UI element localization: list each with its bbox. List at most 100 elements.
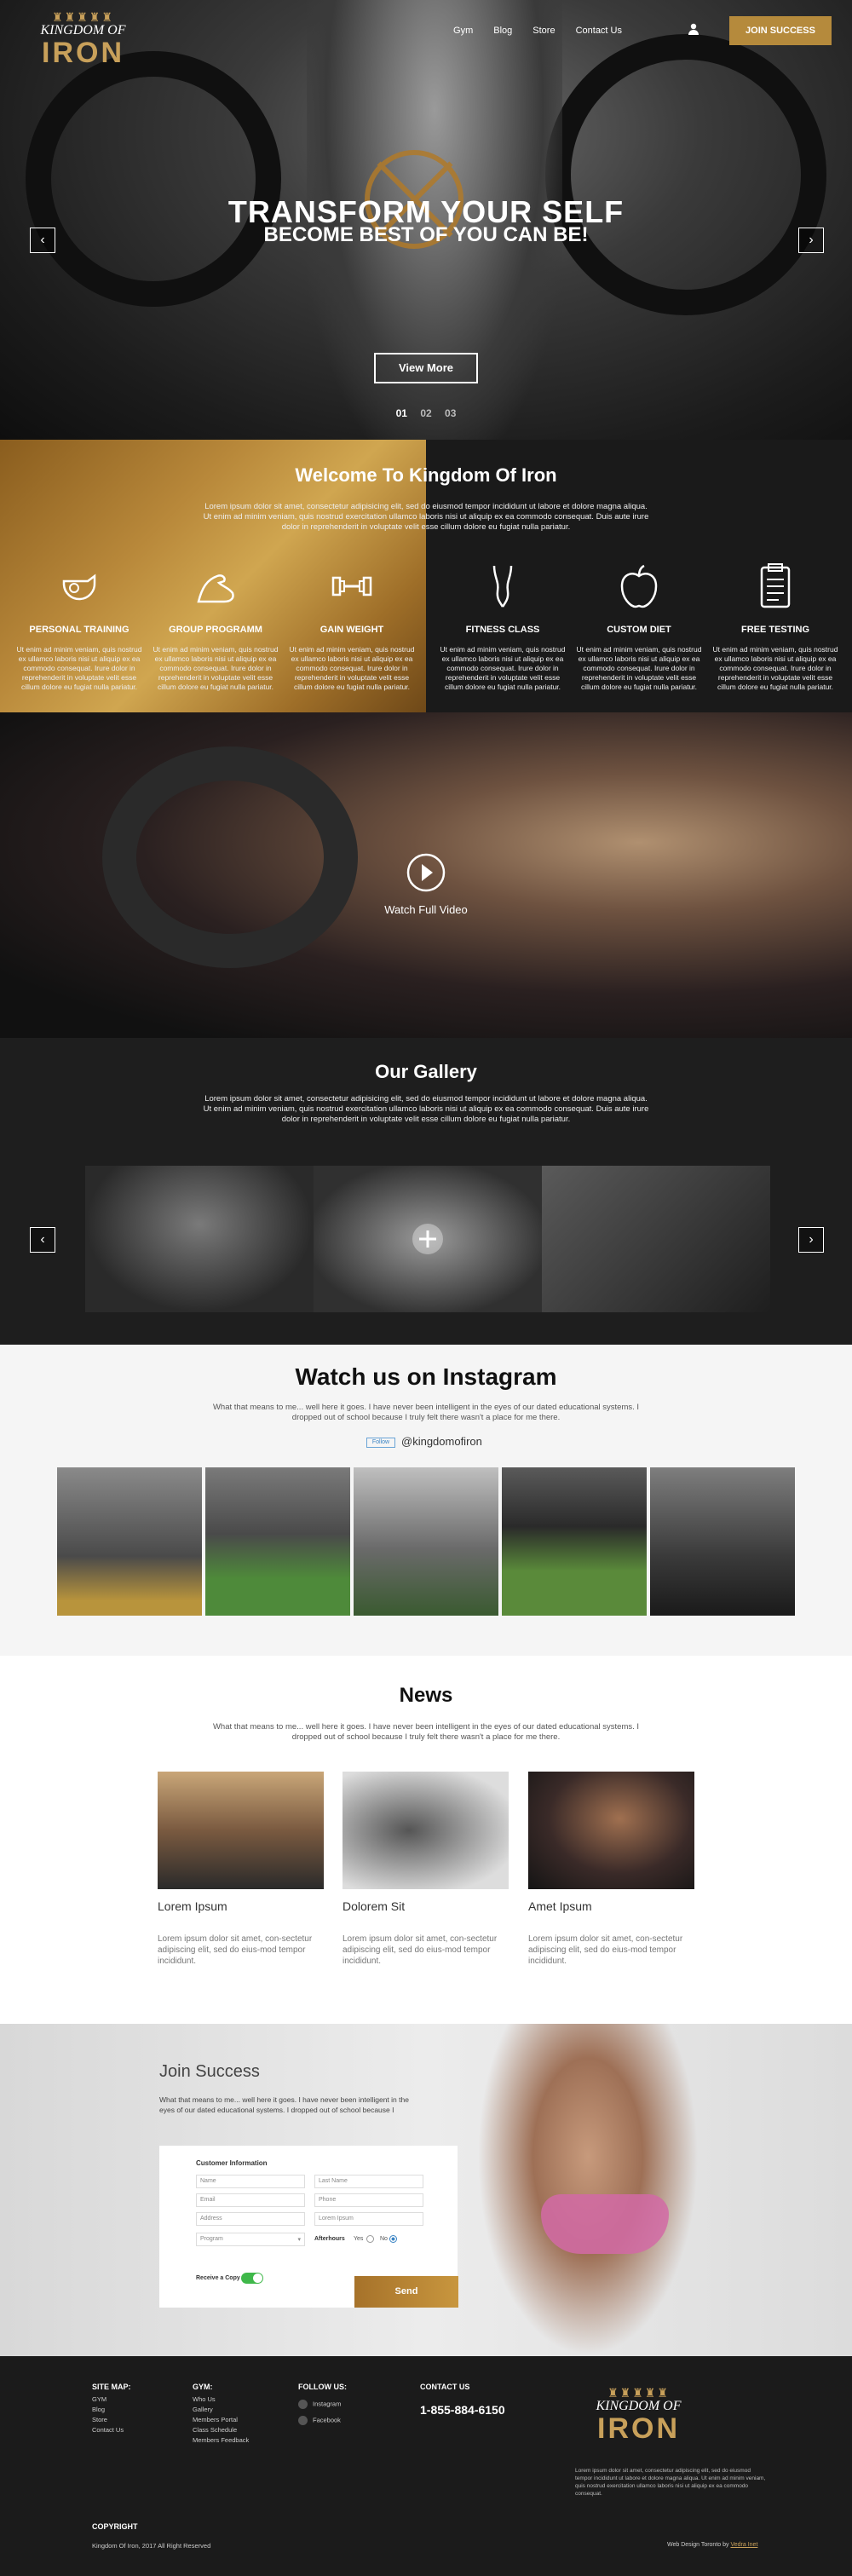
send-button[interactable]: Send — [354, 2276, 458, 2308]
read-more-link[interactable]: Read More — [528, 1975, 694, 1984]
nav-item-blog[interactable]: Blog — [493, 26, 512, 36]
email-field[interactable]: Email — [196, 2193, 305, 2207]
read-more-link[interactable]: Read More — [343, 1975, 509, 1984]
footer-link[interactable]: Class Schedule — [193, 2426, 249, 2434]
instagram-handle[interactable]: @kingdomofiron — [401, 1435, 482, 1448]
facebook-link[interactable]: Facebook — [298, 2416, 347, 2425]
nav-item-gym[interactable]: Gym — [453, 26, 473, 36]
feature-desc: Ut enim ad minim veniam, quis nostrud ex… — [16, 645, 142, 691]
slide-dot-3[interactable]: 03 — [445, 407, 456, 419]
extra-field[interactable]: Lorem Ipsum — [314, 2212, 423, 2226]
footer-heading: FOLLOW US: — [298, 2383, 347, 2391]
hero-next-arrow-icon[interactable]: › — [798, 228, 824, 253]
instagram-photo-4[interactable] — [502, 1467, 647, 1616]
last-name-field[interactable]: Last Name — [314, 2175, 423, 2188]
program-select-label: Program — [200, 2236, 223, 2242]
gallery-image-3[interactable] — [542, 1166, 770, 1312]
instagram-title: Watch us on Instagram — [295, 1363, 557, 1390]
instagram-photo-2[interactable] — [205, 1467, 350, 1616]
gallery-prev-arrow-icon[interactable]: ‹ — [30, 1227, 55, 1253]
footer-sitemap: SITE MAP: GYM Blog Store Contact Us — [92, 2383, 131, 2434]
nav-item-contact[interactable]: Contact Us — [576, 26, 622, 36]
footer-link[interactable]: Blog — [92, 2406, 131, 2413]
gallery-paragraph: Lorem ipsum dolor sit amet, consectetur … — [203, 1094, 649, 1124]
footer-link[interactable]: Gallery — [193, 2406, 249, 2413]
view-more-button[interactable]: View More — [374, 353, 478, 383]
dumbbell-icon — [331, 576, 372, 596]
address-field[interactable]: Address — [196, 2212, 305, 2226]
site-logo[interactable]: ♜♜♜♜♜ KINGDOM OF IRON — [26, 10, 141, 72]
feature-group-programm: GROUP PROGRAMM Ut enim ad minim veniam, … — [152, 561, 279, 692]
no-option-label: No — [380, 2236, 388, 2242]
news-image[interactable] — [528, 1772, 694, 1889]
feature-title: FITNESS CLASS — [465, 625, 540, 635]
no-radio[interactable] — [389, 2235, 397, 2243]
footer-link[interactable]: Members Feedback — [193, 2436, 249, 2444]
gallery-next-arrow-icon[interactable]: › — [798, 1227, 824, 1253]
news-image[interactable] — [343, 1772, 509, 1889]
program-select[interactable]: Program ▾ — [196, 2233, 305, 2246]
news-item-date: 20 November 2017 — [343, 1916, 406, 1925]
name-field[interactable]: Name — [196, 2175, 305, 2188]
user-icon[interactable] — [687, 22, 700, 36]
news-item-title[interactable]: Lorem Ipsum — [158, 1899, 324, 1913]
receive-copy-toggle[interactable] — [241, 2273, 263, 2284]
footer-heading: GYM: — [193, 2383, 213, 2391]
slide-dot-2[interactable]: 02 — [420, 407, 431, 419]
feature-title: GROUP PROGRAMM — [169, 625, 262, 635]
credit-link[interactable]: Vedra Inet — [730, 2542, 757, 2548]
news-item-title[interactable]: Amet Ipsum — [528, 1899, 694, 1913]
main-nav: Gym Blog Store Contact Us — [453, 26, 622, 36]
feature-title: PERSONAL TRAINING — [29, 625, 130, 635]
form-title: Customer Information — [196, 2159, 268, 2167]
footer-link[interactable]: GYM — [92, 2395, 131, 2403]
gallery-image-2[interactable] — [314, 1166, 542, 1312]
gallery-image-1[interactable] — [85, 1166, 314, 1312]
footer-link[interactable]: Members Portal — [193, 2416, 249, 2423]
news-paragraph: What that means to me... well here it go… — [212, 1722, 640, 1742]
phone-field[interactable]: Phone — [314, 2193, 423, 2207]
instagram-photo-1[interactable] — [57, 1467, 202, 1616]
news-card-2: Dolorem Sit 20 November 2017 Lorem ipsum… — [343, 1772, 509, 1984]
clipboard-icon — [760, 563, 791, 608]
watch-video-label[interactable]: Watch Full Video — [341, 903, 511, 916]
dumbbell-photo — [102, 746, 358, 968]
footer-phone[interactable]: 1-855-884-6150 — [420, 2403, 505, 2417]
footer-link[interactable]: Contact Us — [92, 2426, 131, 2434]
read-more-link[interactable]: Read More — [158, 1975, 324, 1984]
facebook-link-label: Facebook — [313, 2416, 341, 2424]
instagram-icon — [298, 2400, 308, 2409]
footer-heading: SITE MAP: — [92, 2383, 131, 2391]
weight-plate-graphic — [26, 51, 281, 307]
instagram-link[interactable]: Instagram — [298, 2400, 347, 2409]
play-icon[interactable] — [406, 852, 446, 893]
weight-plate-graphic — [545, 34, 826, 315]
feature-desc: Ut enim ad minim veniam, quis nostrud ex… — [576, 645, 702, 691]
feature-desc: Ut enim ad minim veniam, quis nostrud ex… — [440, 645, 566, 691]
follow-button[interactable]: Follow — [366, 1438, 395, 1448]
news-item-date: 02 December 2017 — [158, 1916, 222, 1925]
yes-radio[interactable] — [366, 2235, 374, 2243]
receive-copy-label: Receive a Copy — [196, 2275, 240, 2281]
instagram-photo-3[interactable] — [354, 1467, 498, 1616]
nav-item-store[interactable]: Store — [532, 26, 555, 36]
zoom-plus-icon[interactable] — [411, 1222, 445, 1256]
footer-link[interactable]: Who Us — [193, 2395, 249, 2403]
slide-dot-1[interactable]: 01 — [396, 407, 407, 419]
news-image[interactable] — [158, 1772, 324, 1889]
hero-prev-arrow-icon[interactable]: ‹ — [30, 228, 55, 253]
instagram-link-label: Instagram — [313, 2400, 342, 2408]
feature-desc: Ut enim ad minim veniam, quis nostrud ex… — [712, 645, 838, 691]
news-card-3: Amet Ipsum 01 November 2017 Lorem ipsum … — [528, 1772, 694, 1984]
feature-custom-diet: CUSTOM DIET Ut enim ad minim veniam, qui… — [575, 561, 703, 692]
feature-title: GAIN WEIGHT — [320, 625, 384, 635]
feature-desc: Ut enim ad minim veniam, quis nostrud ex… — [289, 645, 415, 691]
news-item-title[interactable]: Dolorem Sit — [343, 1899, 509, 1913]
join-success-button[interactable]: JOIN SUCCESS — [729, 16, 832, 45]
footer-link[interactable]: Store — [92, 2416, 131, 2423]
logo-text-bottom: IRON — [597, 2412, 680, 2445]
apple-icon — [620, 564, 658, 608]
feature-fitness-class: FITNESS CLASS Ut enim ad minim veniam, q… — [439, 561, 567, 692]
instagram-photo-5[interactable] — [650, 1467, 795, 1616]
feature-free-testing: FREE TESTING Ut enim ad minim veniam, qu… — [711, 561, 839, 692]
